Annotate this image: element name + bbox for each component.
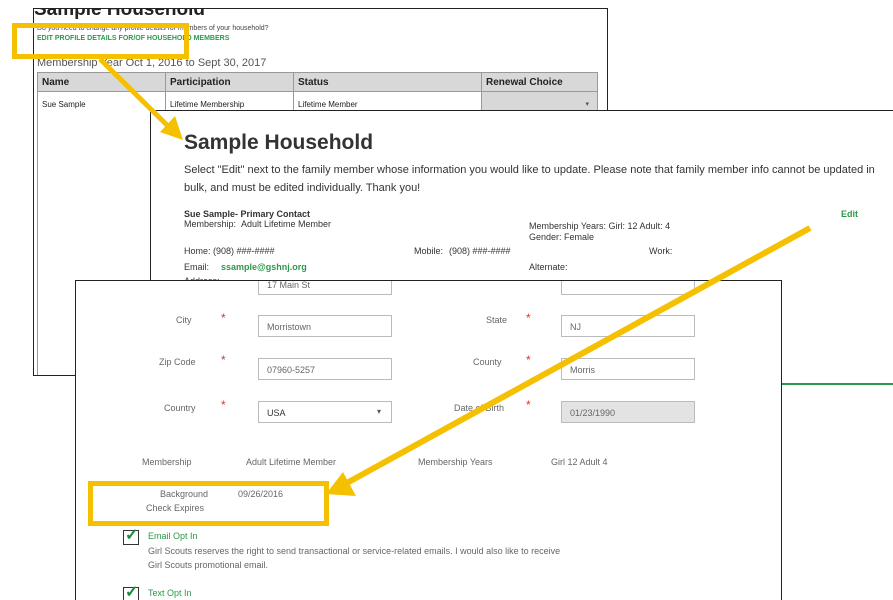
email-opt-in-description-line-2: Girl Scouts promotional email. <box>148 560 269 570</box>
zip-code-label: Zip Code <box>159 357 196 367</box>
required-marker: * <box>221 398 226 412</box>
membership-years: Membership Years: Girl: 12 Adult: 4 <box>529 221 671 231</box>
date-of-birth-label: Date of Birth <box>454 403 505 413</box>
required-marker: * <box>221 353 226 367</box>
membership-years-value: Girl 12 Adult 4 <box>551 457 608 467</box>
email-label: Email: <box>184 262 210 272</box>
date-of-birth-field: 01/23/1990 <box>561 401 695 423</box>
home-phone-label: Home: <box>184 246 211 256</box>
chevron-down-icon: ▾ <box>376 407 381 416</box>
column-header-status: Status <box>293 72 482 92</box>
column-header-renewal-choice: Renewal Choice <box>481 72 598 92</box>
county-field[interactable]: Morris <box>561 358 695 380</box>
county-label: County <box>473 357 502 367</box>
membership-value: Adult Lifetime Member <box>241 219 332 229</box>
required-marker: * <box>526 353 531 367</box>
email-opt-in-description-line-1: Girl Scouts reserves the right to send t… <box>148 546 561 556</box>
address-field[interactable]: 17 Main St <box>258 281 392 295</box>
email-value-link[interactable]: ssample@gshnj.org <box>221 262 307 272</box>
highlight-box-background-check <box>88 481 329 526</box>
member-name: Sue Sample- Primary Contact <box>184 209 311 219</box>
household-detail-title: Sample Household <box>184 131 374 154</box>
required-marker: * <box>526 311 531 325</box>
email-opt-in-checkbox[interactable]: ✓ <box>123 527 139 545</box>
membership-value: Adult Lifetime Member <box>246 457 337 467</box>
country-select[interactable]: USA ▾ <box>258 401 392 423</box>
cell-name: Sue Sample <box>37 91 166 120</box>
highlight-box-edit-link <box>12 23 189 59</box>
column-header-name: Name <box>37 72 166 92</box>
checkmark-icon: ✓ <box>125 584 139 600</box>
chevron-down-icon: ▾ <box>585 101 589 108</box>
membership-years-label: Membership Years <box>418 457 493 467</box>
country-label: Country <box>164 403 196 413</box>
mobile-phone-label: Mobile: <box>414 246 444 256</box>
text-opt-in-checkbox[interactable]: ✓ <box>123 584 139 600</box>
home-phone-value: (908) ###-#### <box>213 246 275 256</box>
address-line-2-field[interactable] <box>561 281 695 295</box>
membership-label: Membership: <box>184 219 237 229</box>
state-field[interactable]: NJ <box>561 315 695 337</box>
column-header-participation: Participation <box>165 72 294 92</box>
edit-member-button[interactable]: Edit <box>841 209 858 219</box>
mobile-phone-value: (908) ###-#### <box>449 246 511 256</box>
city-field[interactable]: Morristown <box>258 315 392 337</box>
city-label: City <box>176 315 192 325</box>
gender: Gender: Female <box>529 232 595 242</box>
email-opt-in-label: Email Opt In <box>148 531 198 541</box>
work-phone-label: Work: <box>649 246 673 256</box>
edit-instructions: Select "Edit" next to the family member … <box>184 164 875 194</box>
alternate-email-label: Alternate: <box>529 262 568 272</box>
membership-label: Membership <box>142 457 192 467</box>
required-marker: * <box>221 311 226 325</box>
required-marker: * <box>526 398 531 412</box>
country-value: USA <box>267 408 286 418</box>
zip-code-field[interactable]: 07960-5257 <box>258 358 392 380</box>
edit-profile-form-panel: 17 Main St City * Morristown State * NJ … <box>75 280 782 600</box>
state-label: State <box>486 315 508 325</box>
household-overview-title: Sample Household <box>34 8 206 20</box>
checkmark-icon: ✓ <box>125 527 139 544</box>
